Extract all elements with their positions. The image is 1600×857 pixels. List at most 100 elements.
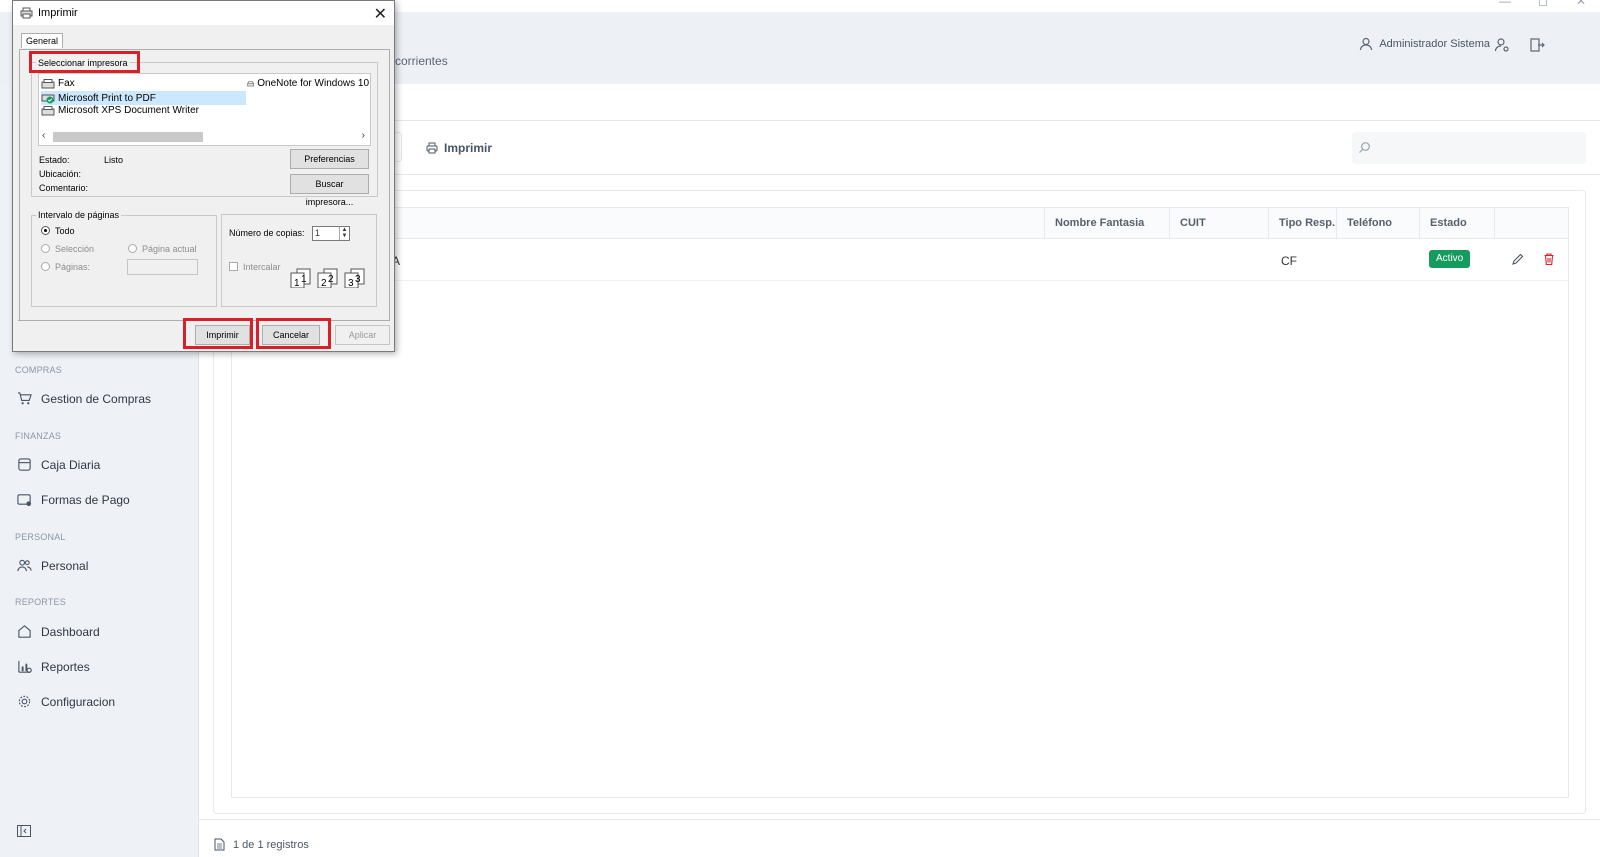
column-divider <box>1268 208 1269 239</box>
table-row[interactable]: A CF Activo <box>232 239 1568 281</box>
sidebar-item-label: Configuracion <box>41 694 116 709</box>
sidebar-item-caja-diaria[interactable]: Caja Diaria <box>17 457 100 472</box>
status-badge: Activo <box>1429 250 1471 268</box>
copies-label: Número de copias: <box>229 228 305 238</box>
sidebar-item-dashboard[interactable]: Dashboard <box>17 624 100 639</box>
sidebar-section-personal: PERSONAL <box>15 532 66 542</box>
users-icon <box>17 559 32 572</box>
gear-icon <box>18 695 31 708</box>
cancel-button[interactable]: Cancelar <box>262 325 320 345</box>
logout-icon[interactable] <box>1529 37 1545 53</box>
range-pages-label: Páginas: <box>55 262 91 272</box>
printer-item-fax[interactable]: Fax <box>41 78 75 89</box>
copies-spinner[interactable]: ▲ ▼ <box>339 227 349 240</box>
svg-text:3: 3 <box>348 278 354 288</box>
sidebar-item-gestion-compras[interactable]: Gestion de Compras <box>17 391 151 406</box>
payment-card-icon <box>17 494 32 507</box>
toolbar-divider-bottom <box>199 174 1600 175</box>
page-range-label: Intervalo de páginas <box>36 210 122 220</box>
sidebar-item-formas-pago[interactable]: Formas de Pago <box>17 492 130 507</box>
records-count: 1 de 1 registros <box>233 839 309 851</box>
edit-icon[interactable] <box>1511 252 1525 266</box>
sidebar-collapse-icon[interactable] <box>17 825 31 837</box>
user-settings-icon[interactable] <box>1494 37 1510 53</box>
sidebar-item-label: Reportes <box>41 659 90 674</box>
printer-item-pdf[interactable]: Microsoft Print to PDF <box>41 91 246 105</box>
status-value: Listo <box>104 155 124 165</box>
column-header-cuit[interactable]: CUIT <box>1180 217 1206 229</box>
search-icon <box>1359 142 1370 153</box>
printer-icon <box>20 7 33 19</box>
printer-item-xps[interactable]: Microsoft XPS Document Writer <box>41 105 199 116</box>
maximize-icon[interactable]: ◻ <box>1524 0 1562 8</box>
range-all-label: Todo <box>55 226 75 236</box>
default-printer-icon <box>41 94 55 104</box>
document-icon <box>214 838 225 851</box>
apply-button[interactable]: Aplicar <box>335 325 390 345</box>
printer-device-icon <box>41 105 55 115</box>
column-header-nombre-fantasia[interactable]: Nombre Fantasia <box>1055 217 1144 229</box>
dialog-divider <box>18 320 390 321</box>
user-menu[interactable]: Administrador Sistema <box>1359 37 1490 51</box>
scroll-right-icon[interactable]: › <box>362 130 365 141</box>
range-selection-radio[interactable] <box>41 244 50 253</box>
svg-text:1: 1 <box>294 278 300 288</box>
column-header-telefono[interactable]: Teléfono <box>1347 217 1392 229</box>
sidebar-item-configuracion[interactable]: Configuracion <box>17 694 115 709</box>
sidebar-item-personal[interactable]: Personal <box>17 558 88 573</box>
sidebar-item-reportes[interactable]: Reportes <box>17 659 90 674</box>
printer-item-onenote[interactable]: OneNote for Windows 10 <box>247 78 369 89</box>
find-printer-button[interactable]: Buscar impresora... <box>290 174 369 207</box>
sidebar-section-reportes: REPORTES <box>15 597 66 607</box>
range-pages-radio[interactable] <box>41 262 50 271</box>
printer-name: OneNote for Windows 10 <box>257 78 369 89</box>
pages-input[interactable] <box>127 259 198 275</box>
print-button[interactable]: Imprimir <box>426 141 492 155</box>
close-window-icon[interactable]: ✕ <box>1562 0 1600 8</box>
printer-list[interactable]: Fax Microsoft Print to PDF Microsoft XPS… <box>38 73 371 146</box>
close-icon[interactable]: ✕ <box>374 4 387 24</box>
minimize-icon[interactable]: — <box>1486 0 1524 8</box>
printer-name: Microsoft XPS Document Writer <box>58 105 199 116</box>
window-controls: — ◻ ✕ <box>1486 0 1600 8</box>
column-divider <box>1044 208 1045 239</box>
printer-icon <box>426 142 438 154</box>
user-name: Administrador Sistema <box>1379 38 1490 50</box>
preferences-button[interactable]: Preferencias <box>290 149 369 169</box>
search-input[interactable] <box>1352 132 1586 164</box>
range-current-radio[interactable] <box>128 244 137 253</box>
print-confirm-button[interactable]: Imprimir <box>195 325 250 345</box>
user-icon <box>1360 37 1373 51</box>
tab-general[interactable]: General <box>21 33 64 48</box>
sidebar-section-compras: COMPRAS <box>15 365 62 375</box>
table-header: Nombre Fantasia CUIT Tipo Resp. Teléfono… <box>232 208 1568 239</box>
range-all-radio[interactable] <box>41 226 50 235</box>
collate-checkbox[interactable] <box>229 262 238 271</box>
delete-icon[interactable] <box>1542 252 1556 266</box>
column-divider <box>1169 208 1170 239</box>
column-divider <box>1494 208 1495 239</box>
collate-page-icon: 33 <box>344 268 365 288</box>
sidebar-item-label: Dashboard <box>41 624 100 639</box>
comment-label: Comentario: <box>39 183 89 193</box>
scroll-left-icon[interactable]: ‹ <box>42 130 45 141</box>
chart-icon <box>18 660 32 673</box>
collate-label: Intercalar <box>243 262 281 272</box>
toolbar-divider-top <box>199 120 1600 121</box>
range-current-label: Página actual <box>142 244 197 254</box>
column-header-tipo-resp[interactable]: Tipo Resp. <box>1279 217 1335 229</box>
fax-icon <box>41 78 55 88</box>
collate-page-icon: 11 <box>290 268 311 288</box>
svg-text:1: 1 <box>301 274 307 285</box>
printer-name: Microsoft Print to PDF <box>58 92 156 104</box>
breadcrumb: corrientes <box>395 54 448 68</box>
cash-box-icon <box>18 458 31 471</box>
range-selection-label: Selección <box>55 244 95 254</box>
printer-list-scrollbar[interactable]: ‹ › <box>39 130 370 144</box>
scrollbar-thumb[interactable] <box>53 132 203 142</box>
column-header-estado[interactable]: Estado <box>1430 217 1467 229</box>
svg-text:2: 2 <box>321 278 327 288</box>
sidebar-item-label: Personal <box>41 558 89 573</box>
column-divider <box>1336 208 1337 239</box>
print-button-label: Imprimir <box>444 141 493 155</box>
